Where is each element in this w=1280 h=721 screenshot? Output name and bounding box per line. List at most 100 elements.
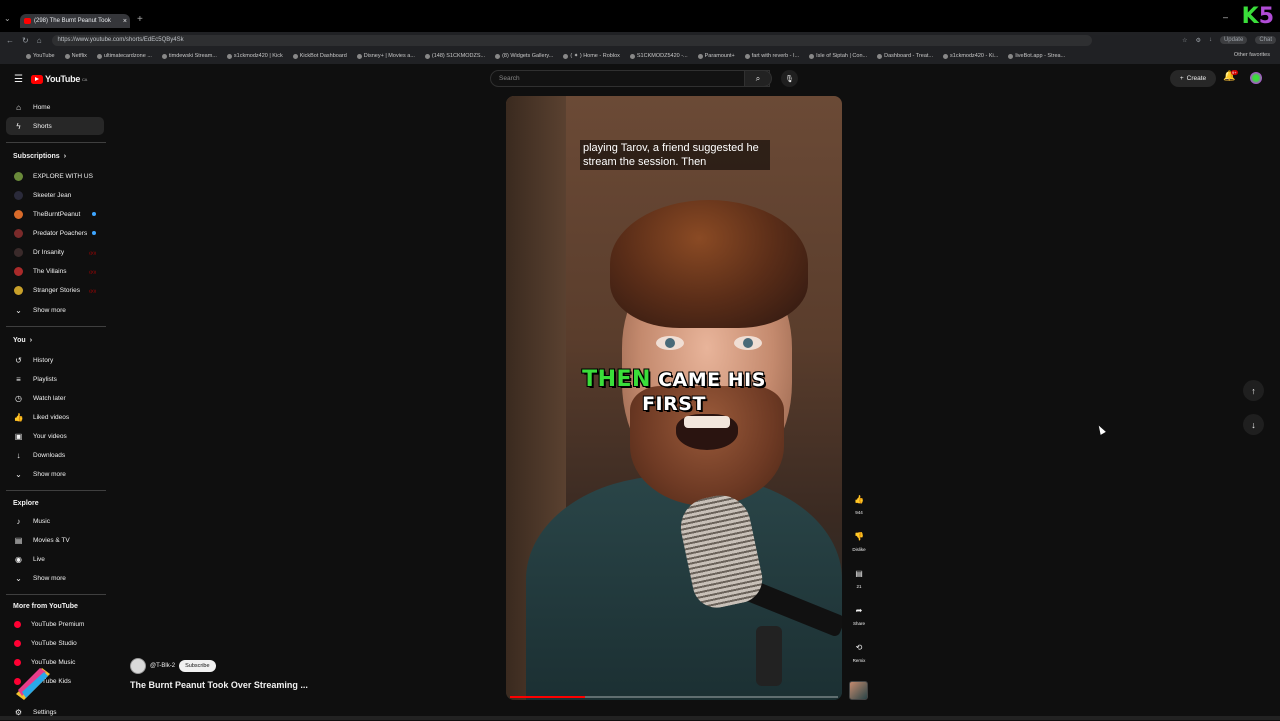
bookmark-item[interactable]: Disney+ | Movies a...: [356, 53, 415, 59]
caption-highlight-word: THEN: [582, 367, 651, 392]
menu-icon[interactable]: ☰: [14, 74, 23, 85]
caption-line1-rest: CAME HIS: [658, 369, 766, 391]
channel-avatar-icon: [14, 209, 23, 219]
bookmark-item[interactable]: Isle of Siptah | Con...: [809, 53, 867, 59]
tab-search-icon[interactable]: ⌄: [4, 14, 11, 23]
explore-title[interactable]: Explore: [13, 500, 39, 507]
extensions-icon[interactable]: ⚙: [1196, 37, 1201, 44]
dislike-button[interactable]: 👎 Dislike: [848, 527, 870, 553]
create-button[interactable]: + Create: [1170, 70, 1216, 87]
subscription-item[interactable]: EXPLORE WITH US: [6, 167, 104, 185]
minimize-icon[interactable]: –: [1223, 12, 1228, 22]
youtube-favicon-icon: [24, 18, 31, 24]
home-browser-icon[interactable]: ⌂: [37, 36, 42, 45]
bookmark-item[interactable]: s1ckmodz420 | Kick: [226, 53, 283, 59]
bookmark-item[interactable]: fart with reverb - I...: [744, 53, 799, 59]
sidebar-item-downloads[interactable]: ↓ Downloads: [6, 446, 104, 464]
show-more-you[interactable]: ⌄ Show more: [6, 465, 104, 483]
sidebar-item-home[interactable]: ⌂ Home: [6, 98, 104, 116]
account-avatar[interactable]: [1250, 72, 1262, 84]
live-indicator-icon: ((•)): [89, 249, 96, 255]
sidebar-item-live[interactable]: ◉ Live: [6, 550, 104, 568]
sidebar-item-liked-videos[interactable]: 👍 Liked videos: [6, 408, 104, 426]
update-button[interactable]: Update: [1219, 36, 1248, 44]
previous-video-button[interactable]: ↑: [1243, 380, 1264, 401]
reload-icon[interactable]: ↻: [22, 36, 29, 45]
mouse-cursor: [1096, 424, 1106, 435]
channel-avatar[interactable]: [130, 658, 146, 674]
bookmark-item[interactable]: Netflix: [64, 53, 87, 59]
bookmark-item[interactable]: timdewski Stream...: [161, 53, 217, 59]
other-favorites[interactable]: Other favorites: [1234, 52, 1270, 58]
comment-count: 21: [856, 584, 862, 589]
section-title-text: You: [13, 337, 26, 344]
sidebar-item-shorts[interactable]: ϟ Shorts: [6, 117, 104, 135]
progress-bar[interactable]: [510, 696, 838, 698]
channel-handle[interactable]: @T-Blk-2: [150, 663, 175, 669]
bookmark-item[interactable]: (8) Widgets Gallery...: [495, 53, 553, 59]
bookmark-item[interactable]: liveBot.app - Strea...: [1008, 53, 1065, 59]
like-button[interactable]: 👍 944: [848, 490, 870, 516]
subscription-item[interactable]: The Villains ((•)): [6, 262, 104, 280]
remix-button[interactable]: ⟲ Remix: [848, 638, 870, 664]
sound-thumbnail[interactable]: [849, 681, 868, 700]
bookmark-item[interactable]: S1CKMODZ5420 -...: [629, 53, 688, 59]
bookmark-favicon-icon: [1008, 53, 1014, 59]
bookmark-item[interactable]: Paramount+: [697, 53, 735, 59]
bookmark-item[interactable]: KickBot Dashboard: [292, 53, 347, 59]
bookmark-item[interactable]: ( ✦ ) Home - Roblox: [563, 53, 620, 59]
subscription-item[interactable]: TheBurntPeanut: [6, 205, 104, 223]
youtube-logo[interactable]: YouTube CA: [30, 74, 87, 84]
subscription-item[interactable]: Dr Insanity ((•)): [6, 243, 104, 261]
you-title[interactable]: You ›: [13, 337, 32, 344]
sidebar-item-watch-later[interactable]: ◷ Watch later: [6, 389, 104, 407]
sidebar-divider: [6, 594, 106, 595]
playlists-icon: ≡: [16, 374, 21, 384]
bookmark-favicon-icon: [226, 53, 232, 59]
bookmark-item[interactable]: YouTube: [26, 53, 55, 59]
chat-button[interactable]: Chat: [1255, 36, 1276, 44]
sidebar-item-youtube-premium[interactable]: YouTube Premium: [6, 615, 104, 633]
subscriptions-title[interactable]: Subscriptions ›: [13, 153, 66, 160]
create-label: Create: [1186, 75, 1207, 82]
bookmark-label: timdewski Stream...: [168, 53, 217, 59]
sidebar-item-music[interactable]: ♪ Music: [6, 512, 104, 530]
youtube-play-icon: [30, 74, 43, 84]
like-icon: 👍: [854, 494, 864, 504]
bookmark-item[interactable]: s1ckmodz420 - Ki...: [943, 53, 998, 59]
download-browser-icon[interactable]: ↓: [1209, 37, 1212, 43]
subscribe-button[interactable]: Subscribe: [179, 660, 216, 672]
browser-tab[interactable]: (298) The Burnt Peanut Took ×: [20, 14, 130, 28]
sidebar-item-movies-tv[interactable]: ▤ Movies & TV: [6, 531, 104, 549]
video-title[interactable]: The Burnt Peanut Took Over Streaming ...: [130, 680, 308, 690]
bookmark-item[interactable]: Dashboard - Treat...: [877, 53, 933, 59]
search-button[interactable]: ⌕: [744, 70, 772, 87]
more-from-youtube-title[interactable]: More from YouTube: [13, 603, 78, 610]
bookmark-favicon-icon: [809, 53, 815, 59]
sidebar-item-youtube-studio[interactable]: YouTube Studio: [6, 634, 104, 652]
comments-button[interactable]: ▤ 21: [848, 564, 870, 590]
back-icon[interactable]: ←: [6, 36, 14, 45]
voice-search-button[interactable]: 🎙: [781, 70, 798, 87]
shorts-video-player[interactable]: playing Tarov, a friend suggested he str…: [506, 96, 842, 700]
url-field[interactable]: https://www.youtube.com/shorts/EdEc5QBy4…: [51, 34, 1092, 46]
bookmark-item[interactable]: (148) S1CKMODZS...: [424, 53, 485, 59]
subscription-item[interactable]: Skeeter Jean: [6, 186, 104, 204]
subscription-item[interactable]: Stranger Stories ((•)): [6, 281, 104, 299]
search-input[interactable]: Search: [490, 70, 770, 87]
new-tab-icon[interactable]: +: [137, 14, 143, 25]
subscription-item[interactable]: Predator Poachers: [6, 224, 104, 242]
star-icon[interactable]: ☆: [1182, 37, 1187, 44]
bookmark-item[interactable]: ultimatecardzone ...: [96, 53, 152, 59]
show-more-subscriptions[interactable]: ⌄ Show more: [6, 301, 104, 319]
sidebar-item-playlists[interactable]: ≡ Playlists: [6, 370, 104, 388]
close-tab-icon[interactable]: ×: [123, 18, 127, 25]
browser-titlebar: ⌄ (298) The Burnt Peanut Took × + – K5: [0, 0, 1280, 32]
next-video-button[interactable]: ↓: [1243, 414, 1264, 435]
share-button[interactable]: ➦ Share: [848, 601, 870, 627]
live-indicator-icon: ((•)): [89, 287, 96, 293]
sidebar-item-history[interactable]: ↺ History: [6, 351, 104, 369]
show-more-explore[interactable]: ⌄ Show more: [6, 569, 104, 587]
sidebar-item-your-videos[interactable]: ▣ Your videos: [6, 427, 104, 445]
remix-label: Remix: [852, 658, 866, 663]
